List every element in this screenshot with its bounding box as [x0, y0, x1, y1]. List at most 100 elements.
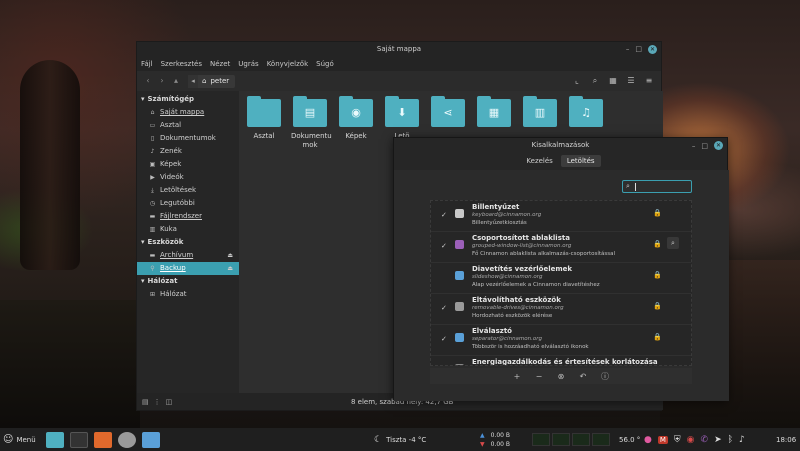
- sidebar-item-music[interactable]: ♪ Zenék: [137, 145, 239, 158]
- send-icon[interactable]: ➤: [714, 435, 722, 445]
- menu-help[interactable]: Súgó: [316, 60, 334, 68]
- applet-row[interactable]: Energiagazdálkodás és értesítések korlát…: [431, 356, 691, 365]
- location-bar[interactable]: ◂ ⌂ peter: [188, 74, 236, 88]
- applet-actions: + − ⊗ ↶ ⓘ: [430, 368, 692, 384]
- sidebar-section-network[interactable]: ▾ Hálózat: [137, 275, 239, 288]
- toggle-location-icon[interactable]: ⌞: [571, 74, 583, 88]
- info-icon[interactable]: ⓘ: [600, 371, 610, 382]
- sidebar-item-backup[interactable]: ⚲ Backup ⏏: [137, 262, 239, 275]
- stop-icon[interactable]: ⊗: [556, 372, 566, 381]
- sidebar-item-filesystem[interactable]: ▬ Fájlrendszer: [137, 210, 239, 223]
- shield-icon[interactable]: ⛨: [674, 435, 681, 445]
- applets-app-icon[interactable]: [118, 431, 136, 448]
- search-icon[interactable]: ⌕: [589, 74, 601, 88]
- menu-go[interactable]: Ugrás: [238, 60, 258, 68]
- sidebar-item-trash[interactable]: ▥ Kuka: [137, 223, 239, 236]
- toolbar: ‹ › ▴ ◂ ⌂ peter ⌞ ⌕ ▦ ☰ ≡: [137, 71, 661, 91]
- alert-icon[interactable]: ◉: [687, 435, 695, 445]
- icon-view-button[interactable]: ▦: [607, 74, 619, 88]
- sidebar-item-home[interactable]: ⌂ Saját mappa: [137, 106, 239, 119]
- applet-icon: [455, 271, 464, 280]
- undo-icon[interactable]: ↶: [578, 372, 588, 381]
- network-speed-applet[interactable]: ▲ 0.00 B ▼ 0.00 B: [480, 428, 510, 451]
- folder-item[interactable]: Asztal: [245, 96, 283, 141]
- show-tree-icon[interactable]: ⋮: [154, 398, 161, 406]
- maximize-button[interactable]: □: [635, 42, 642, 57]
- show-places-icon[interactable]: ▤: [142, 398, 149, 406]
- applet-icon: [455, 364, 464, 365]
- list-view-button[interactable]: ☰: [625, 74, 637, 88]
- browser-app-icon[interactable]: [94, 431, 112, 448]
- temperature-applet[interactable]: 56.0 °: [619, 428, 640, 451]
- applet-name: Csoportosított ablaklista: [472, 234, 570, 242]
- folder-item[interactable]: ◉ Képek: [337, 96, 375, 141]
- sidebar-item-archive[interactable]: ▬ Archívum ⏏: [137, 249, 239, 262]
- swap-graph: [572, 433, 590, 446]
- back-button[interactable]: ‹: [142, 74, 154, 88]
- compact-view-button[interactable]: ≡: [643, 74, 655, 88]
- sidebar-item-videos[interactable]: ▶ Videók: [137, 171, 239, 184]
- add-icon[interactable]: +: [512, 372, 522, 381]
- minimize-button[interactable]: –: [692, 139, 696, 153]
- eject-icon[interactable]: ⏏: [227, 249, 233, 262]
- folder-item[interactable]: ▤ Dokumentu mok: [291, 96, 332, 150]
- bluetooth-icon[interactable]: ᛒ: [728, 435, 733, 445]
- download-icon: ▼: [480, 440, 485, 448]
- files-app-icon[interactable]: [46, 431, 64, 448]
- eject-icon[interactable]: ⏏: [227, 262, 233, 275]
- applet-row[interactable]: ✓ Csoportosított ablaklista grouped-window…: [431, 232, 691, 263]
- menu-edit[interactable]: Szerkesztés: [161, 60, 202, 68]
- folder-item[interactable]: ♫: [567, 96, 605, 132]
- file-manager-titlebar[interactable]: Saját mappa – □ ✕: [137, 42, 661, 57]
- applet-row[interactable]: ✓ Eltávolítható eszközök removable-drives@…: [431, 294, 691, 325]
- menu-button[interactable]: ☺ Menü: [3, 428, 36, 451]
- chat-app-icon[interactable]: [142, 431, 160, 448]
- applet-row[interactable]: ✓ Elválasztó separator@cinnamon.org Többszö…: [431, 325, 691, 356]
- tab-manage[interactable]: Kezelés: [520, 155, 558, 167]
- sidebar-item-documents[interactable]: ▯ Dokumentumok: [137, 132, 239, 145]
- document-icon: ▯: [150, 135, 155, 142]
- applet-row[interactable]: ✓ Billentyűzet keyboard@cinnamon.org Billen…: [431, 201, 691, 232]
- sidebar-item-recent[interactable]: ◷ Legutóbbi: [137, 197, 239, 210]
- sidebar-item-network[interactable]: ⊞ Hálózat: [137, 288, 239, 301]
- configure-icon[interactable]: ⌕: [667, 237, 679, 249]
- search-input[interactable]: ⌕: [622, 180, 692, 193]
- menu-view[interactable]: Nézet: [210, 60, 230, 68]
- clock[interactable]: 18:06: [776, 428, 796, 451]
- maximize-button[interactable]: □: [701, 139, 708, 153]
- applet-name: Diavetítés vezérlőelemek: [472, 265, 573, 273]
- mail-icon[interactable]: M: [657, 435, 668, 444]
- phone-icon[interactable]: ✆: [701, 435, 709, 445]
- remove-icon[interactable]: −: [534, 372, 544, 381]
- tab-download[interactable]: Letöltés: [560, 155, 601, 167]
- close-button[interactable]: ✕: [648, 45, 657, 54]
- folder-item[interactable]: ⋖: [429, 96, 467, 132]
- location-left-arrow[interactable]: ◂: [188, 74, 198, 88]
- desktop-icon: ▭: [149, 122, 156, 129]
- applets-titlebar[interactable]: Kisalkalmazások – □ ✕: [394, 138, 727, 152]
- hide-sidebar-icon[interactable]: ◫: [166, 398, 173, 406]
- terminal-app-icon[interactable]: [70, 431, 88, 448]
- close-button[interactable]: ✕: [714, 141, 723, 150]
- sidebar-item-pictures[interactable]: ▣ Képek: [137, 158, 239, 171]
- download-icon: ⤓: [151, 187, 154, 194]
- menu-file[interactable]: Fájl: [141, 60, 153, 68]
- forward-button[interactable]: ›: [156, 74, 168, 88]
- upload-icon: ▲: [480, 431, 485, 439]
- system-monitor[interactable]: [532, 428, 610, 451]
- sidebar-item-downloads[interactable]: ⤓ Letöltések: [137, 184, 239, 197]
- home-icon: ⌂: [150, 109, 155, 116]
- folder-item[interactable]: ⬇ Letö: [383, 96, 421, 141]
- up-button[interactable]: ▴: [170, 74, 182, 88]
- sidebar-section-computer[interactable]: ▾ Számítógép: [137, 93, 239, 106]
- minimize-button[interactable]: –: [626, 42, 630, 57]
- sidebar-section-devices[interactable]: ▾ Eszközök: [137, 236, 239, 249]
- menu-bookmarks[interactable]: Könyvjelzők: [267, 60, 308, 68]
- volume-icon[interactable]: ♪: [739, 435, 745, 445]
- weather-applet[interactable]: ☾ Tiszta -4 °C: [374, 428, 426, 451]
- sidebar-item-desktop[interactable]: ▭ Asztal: [137, 119, 239, 132]
- folder-item[interactable]: ▥: [521, 96, 559, 132]
- location-pin-icon[interactable]: ●: [644, 435, 652, 445]
- applet-row[interactable]: Diavetítés vezérlőelemek slideshow@cinnam…: [431, 263, 691, 294]
- folder-item[interactable]: ▦: [475, 96, 513, 132]
